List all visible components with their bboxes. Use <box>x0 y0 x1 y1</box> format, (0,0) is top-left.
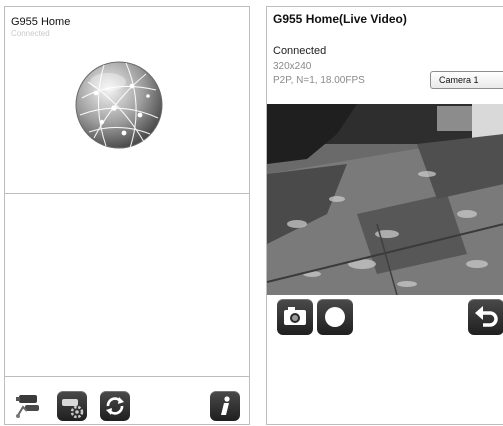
cameras-link-icon[interactable] <box>13 391 41 419</box>
stream-info-label: P2P, N=1, 18.00FPS <box>273 75 365 86</box>
live-video-feed[interactable] <box>267 104 503 295</box>
record-icon <box>325 307 345 327</box>
camera-snapshot-icon <box>284 307 306 325</box>
snapshot-button[interactable] <box>277 299 313 335</box>
live-video-panel: G955 Home(Live Video) Connected 320x240 … <box>266 6 503 425</box>
camera-select[interactable]: Camera 1 <box>430 71 503 89</box>
section-divider <box>5 193 249 194</box>
back-arrow-icon <box>475 306 498 327</box>
toolbar-divider <box>5 376 249 377</box>
connection-status: Connected <box>273 45 327 57</box>
refresh-icon <box>106 397 124 415</box>
device-status: Connected <box>11 29 50 38</box>
video-frame-image <box>267 104 503 295</box>
resolution-label: 320x240 <box>273 61 312 72</box>
device-list-panel: G955 Home Connected <box>4 6 250 425</box>
camera-settings-icon <box>62 399 84 419</box>
back-button[interactable] <box>468 299 503 335</box>
camera-settings-button[interactable] <box>57 391 87 421</box>
refresh-button[interactable] <box>100 391 130 421</box>
device-title[interactable]: G955 Home <box>11 16 70 28</box>
record-button[interactable] <box>317 299 353 335</box>
globe-icon[interactable] <box>74 60 164 150</box>
info-button[interactable] <box>210 391 240 421</box>
info-icon <box>221 396 230 415</box>
live-video-title: G955 Home(Live Video) <box>273 12 407 26</box>
